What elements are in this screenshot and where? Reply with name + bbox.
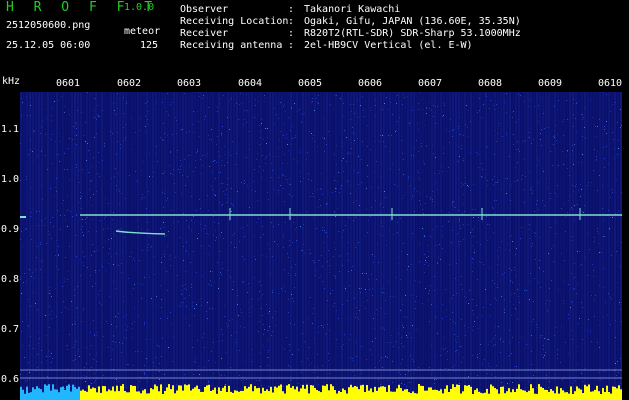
freq-tick: 0.9	[1, 224, 20, 235]
meta-label: Observer	[180, 4, 229, 15]
header: H R O F F T 1.0.0 2512050600.png meteor …	[0, 0, 629, 78]
app-version: 1.0.0	[124, 2, 155, 13]
time-tick: 0602	[116, 78, 142, 89]
time-tick: 0603	[176, 78, 202, 89]
meta-value: Ogaki, Gifu, JAPAN (136.60E, 35.35N)	[304, 16, 521, 27]
meta-observer: Observer: Takanori Kawachi	[180, 4, 401, 15]
time-tick: 0606	[357, 78, 383, 89]
meta-label: Receiver	[180, 28, 229, 39]
meta-label: Receiving antenna	[180, 40, 283, 51]
meta-receiver: Receiver: R820T2(RTL-SDR) SDR-Sharp 53.10…	[180, 28, 521, 39]
meta-value: 2el-HB9CV Vertical (el. E-W)	[304, 40, 473, 51]
meta-location: Receiving Location: Ogaki, Gifu, JAPAN (1…	[180, 16, 521, 27]
time-tick: 0610	[597, 78, 623, 89]
freq-tick: 1.0	[1, 174, 20, 185]
time-tick: 0601	[55, 78, 81, 89]
freq-tick: 0.6	[1, 374, 20, 385]
meta-antenna: Receiving antenna:2el-HB9CV Vertical (el…	[180, 40, 473, 51]
time-tick: 0607	[417, 78, 443, 89]
file-name: 2512050600.png	[6, 20, 91, 31]
time-tick: 0609	[537, 78, 563, 89]
time-tick: 0608	[477, 78, 503, 89]
freq-tick: 1.1	[1, 124, 20, 135]
freq-tick: 0.8	[1, 274, 20, 285]
spectrogram-plot	[20, 92, 622, 400]
meta-value: Takanori Kawachi	[304, 4, 401, 15]
detection-count: 125	[140, 40, 159, 51]
time-axis: 0601 0602 0603 0604 0605 0606 0607 0608 …	[0, 78, 629, 92]
meta-value: R820T2(RTL-SDR) SDR-Sharp 53.1000MHz	[304, 28, 521, 39]
time-tick: 0605	[297, 78, 323, 89]
file-datetime: 25.12.05 06:00	[6, 40, 91, 51]
detection-label: meteor	[124, 26, 161, 37]
meta-label: Receiving Location	[180, 16, 289, 27]
spectrogram-canvas	[20, 92, 622, 400]
time-tick: 0604	[237, 78, 263, 89]
freq-tick: 0.7	[1, 324, 20, 335]
